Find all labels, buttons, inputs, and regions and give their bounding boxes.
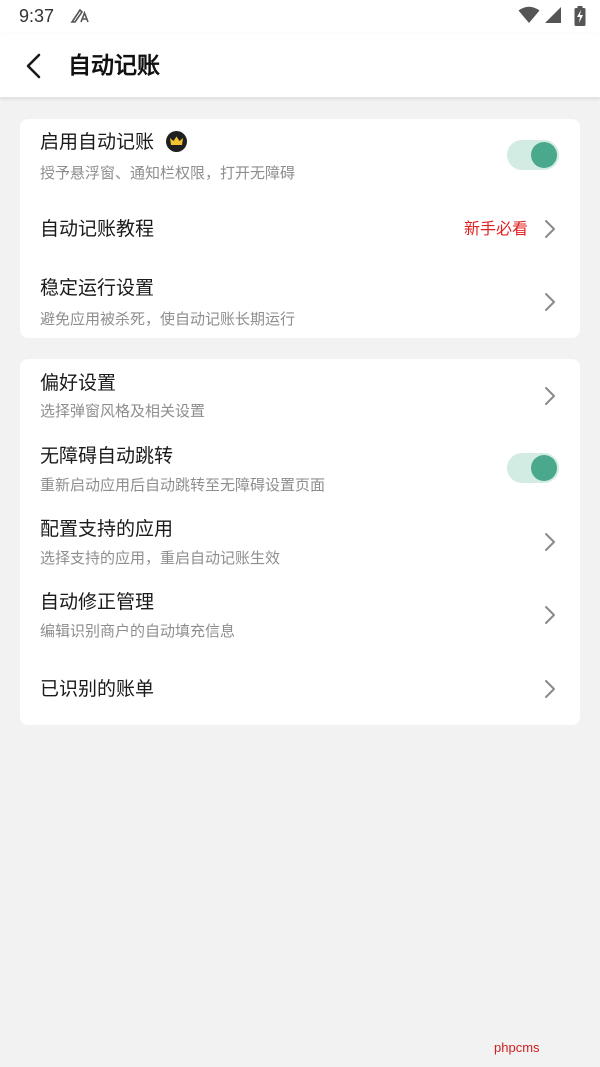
row-stable-running[interactable]: 稳定运行设置 避免应用被杀死，使自动记账长期运行 — [20, 267, 580, 338]
chevron-right-icon — [545, 293, 555, 311]
crown-vip-icon — [166, 131, 187, 152]
status-bar: 9:37 — [0, 0, 600, 34]
row-title: 自动记账教程 — [40, 218, 155, 240]
settings-card-basic: 启用自动记账 授予悬浮窗、通知栏权限，打开无障碍 自动记账教程 新手必看 稳定运… — [20, 119, 580, 338]
row-title: 稳定运行设置 — [40, 277, 155, 299]
new-user-badge: 新手必看 — [463, 219, 528, 238]
enable-auto-bookkeeping-toggle[interactable] — [507, 140, 559, 170]
back-arrow-icon — [26, 53, 41, 79]
screen: 9:37 自动记账 启用自动记账 授予悬浮窗、通知栏权限，打开无障碍 自动记账教… — [0, 0, 600, 1067]
row-enable-auto-bookkeeping[interactable]: 启用自动记账 授予悬浮窗、通知栏权限，打开无障碍 — [20, 119, 580, 191]
row-subtitle: 选择支持的应用，重启自动记账生效 — [40, 549, 281, 567]
chevron-right-icon — [545, 680, 555, 698]
toggle-knob — [531, 455, 557, 481]
row-recognized-bills[interactable]: 已识别的账单 — [20, 651, 580, 725]
settings-card-advanced: 偏好设置 选择弹窗风格及相关设置 无障碍自动跳转 重新启动应用后自动跳转至无障碍… — [20, 359, 580, 725]
row-title: 自动修正管理 — [40, 591, 155, 613]
text-format-notification-icon — [70, 8, 90, 28]
back-button[interactable] — [14, 46, 54, 86]
wifi-icon — [518, 6, 540, 23]
chevron-right-icon — [545, 606, 555, 624]
cellular-signal-icon — [545, 7, 561, 23]
row-subtitle: 避免应用被杀死，使自动记账长期运行 — [40, 310, 296, 328]
row-title: 偏好设置 — [40, 372, 117, 394]
row-auto-correction[interactable]: 自动修正管理 编辑识别商户的自动填充信息 — [20, 578, 580, 651]
toggle-knob — [531, 142, 557, 168]
chevron-right-icon — [545, 387, 555, 405]
chevron-right-icon — [545, 220, 555, 238]
page-title: 自动记账 — [68, 53, 160, 79]
status-time: 9:37 — [19, 6, 55, 26]
row-preferences[interactable]: 偏好设置 选择弹窗风格及相关设置 — [20, 359, 580, 431]
chevron-right-icon — [545, 533, 555, 551]
app-bar: 自动记账 — [0, 34, 600, 98]
row-subtitle: 选择弹窗风格及相关设置 — [40, 402, 206, 420]
accessibility-auto-jump-toggle[interactable] — [507, 453, 559, 483]
row-title: 无障碍自动跳转 — [40, 445, 174, 467]
row-accessibility-auto-jump[interactable]: 无障碍自动跳转 重新启动应用后自动跳转至无障碍设置页面 — [20, 432, 580, 505]
row-title: 启用自动记账 — [40, 131, 155, 153]
battery-charging-icon — [574, 6, 586, 26]
row-subtitle: 授予悬浮窗、通知栏权限，打开无障碍 — [40, 164, 296, 182]
row-subtitle: 重新启动应用后自动跳转至无障碍设置页面 — [40, 476, 326, 494]
row-title: 配置支持的应用 — [40, 518, 174, 540]
watermark: phpcms — [494, 1040, 540, 1055]
row-title: 已识别的账单 — [40, 678, 155, 700]
row-subtitle: 编辑识别商户的自动填充信息 — [40, 622, 236, 640]
row-supported-apps[interactable]: 配置支持的应用 选择支持的应用，重启自动记账生效 — [20, 505, 580, 578]
row-tutorial[interactable]: 自动记账教程 新手必看 — [20, 199, 580, 259]
